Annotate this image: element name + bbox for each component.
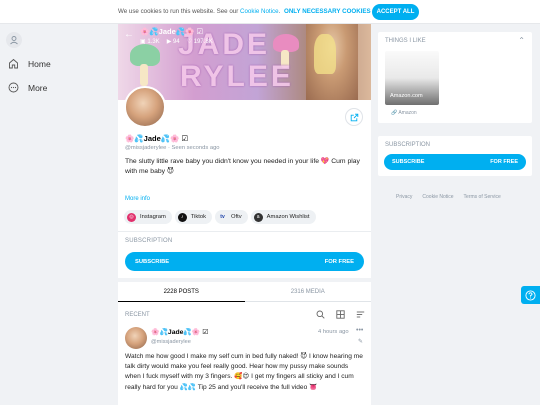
amazon-tile-source-text: Amazon: [398, 110, 417, 116]
user-avatar[interactable]: [6, 32, 22, 48]
footer-link-cookie-notice[interactable]: Cookie Notice: [422, 194, 453, 200]
sidebar-subscribe-button[interactable]: SUBSCRIBE FOR FREE: [384, 154, 526, 170]
divider: [118, 231, 371, 232]
sidebar-subscribe-price: FOR FREE: [490, 159, 518, 165]
recent-label: RECENT: [125, 311, 150, 318]
footer-link-terms[interactable]: Terms of Service: [464, 194, 501, 200]
tab-media[interactable]: 2316 MEDIA: [244, 282, 371, 302]
amazon-tile-source[interactable]: 🔗 Amazon: [391, 110, 417, 116]
amazon-tile-caption: Amazon.com: [390, 93, 423, 99]
user-icon: [10, 36, 18, 45]
chevron-up-icon[interactable]: ⌃: [518, 36, 525, 45]
share-icon: [350, 113, 358, 121]
sidebar-subscription-title: SUBSCRIPTION: [385, 142, 431, 148]
stat-likes: ♡ 197.8K: [186, 39, 213, 45]
nav-item-home[interactable]: Home: [8, 58, 51, 69]
subscribe-button-label: SUBSCRIBE: [135, 258, 170, 265]
cover-art-shape: [130, 44, 160, 66]
cover-photo-hair: [314, 34, 336, 74]
nav-item-home-label: Home: [28, 58, 51, 69]
stat-videos: ▶ 94: [166, 39, 180, 45]
stat-photos-value: 1.3K: [147, 39, 160, 45]
feed-tools: [316, 310, 365, 319]
instagram-icon: ◎: [127, 212, 136, 222]
amazon-icon: a: [253, 212, 263, 222]
footer-links: Privacy Cookie Notice Terms of Service: [396, 194, 501, 200]
profile-name: 🌸💦Jade💦🌸 ☑: [125, 134, 189, 143]
sort-icon[interactable]: [356, 310, 365, 319]
accept-all-cookies-button[interactable]: ACCEPT ALL: [372, 4, 419, 20]
cover-art-text: RYLEE: [180, 60, 294, 93]
post-text: Watch me how good I make my self cum in …: [125, 353, 363, 391]
sidebar-subscription-card: SUBSCRIPTION SUBSCRIBE FOR FREE: [378, 136, 532, 176]
nav-item-more-label: More: [28, 82, 48, 93]
nav-item-more[interactable]: More: [8, 82, 47, 93]
cookie-message-text: We use cookies to run this website. See …: [118, 8, 239, 15]
post-author-name[interactable]: 🌸💦Jade💦🌸 ☑: [151, 328, 208, 336]
profile-avatar[interactable]: [124, 86, 166, 128]
share-button[interactable]: [345, 108, 363, 126]
link-oftv-label: Oftv: [231, 214, 242, 220]
things-i-like-card: THINGS I LIKE ⌃ Amazon.com 🔗 Amazon: [378, 32, 532, 123]
cookie-message: We use cookies to run this website. See …: [118, 8, 280, 15]
stat-likes-value: 197.8K: [193, 39, 213, 45]
cookie-banner: We use cookies to run this website. See …: [0, 0, 540, 24]
recent-header: RECENT: [125, 310, 365, 319]
link-tiktok[interactable]: ♪ Tiktok: [174, 210, 213, 224]
profile-tabs: 2228 POSTS 2316 MEDIA: [118, 282, 371, 302]
things-i-like-title: THINGS I LIKE: [385, 38, 426, 44]
profile-handle-row: @missjaderylee · Seen seconds ago: [125, 145, 220, 151]
post-menu-button[interactable]: •••: [356, 327, 363, 334]
help-button[interactable]: [521, 286, 540, 304]
left-navigation: Home More: [0, 24, 100, 405]
cookie-message-suffix: .: [278, 8, 281, 15]
link-oftv[interactable]: tv Oftv: [215, 210, 248, 224]
home-icon: [9, 58, 18, 69]
more-icon: [8, 82, 19, 93]
link-amazon-wishlist-label: Amazon Wishlist: [266, 214, 310, 220]
amazon-tile[interactable]: Amazon.com: [385, 51, 439, 105]
cover-stats: ▣ 1.3K ▶ 94 ♡ 197.8K: [140, 38, 213, 45]
post-author-handle[interactable]: @missjaderylee: [151, 339, 191, 345]
more-info-link[interactable]: More info: [125, 196, 150, 202]
stat-videos-value: 94: [172, 39, 180, 45]
last-seen: · Seen seconds ago: [167, 145, 220, 151]
only-necessary-cookies-button[interactable]: ONLY NECESSARY COOKIES: [284, 8, 371, 15]
help-icon: [525, 289, 536, 301]
subscription-title: SUBSCRIPTION: [125, 238, 173, 244]
search-icon[interactable]: [316, 310, 325, 319]
subscribe-button[interactable]: SUBSCRIBE FOR FREE: [125, 252, 364, 271]
tab-posts[interactable]: 2228 POSTS: [118, 282, 245, 302]
post-author-avatar[interactable]: [125, 327, 147, 349]
subscribe-price: FOR FREE: [324, 258, 354, 265]
stat-photos: ▣ 1.3K: [140, 39, 160, 45]
link-amazon-wishlist[interactable]: a Amazon Wishlist: [250, 210, 316, 224]
cookie-notice-link[interactable]: Cookie Notice: [240, 8, 279, 15]
profile-bio: The slutty little rave baby you didn't k…: [125, 158, 360, 175]
profile-handle: @missjaderylee: [125, 145, 167, 151]
footer-link-privacy[interactable]: Privacy: [396, 194, 412, 200]
link-tiktok-label: Tiktok: [190, 214, 207, 220]
profile-main-column: JADE RYLEE ← 🌸💦Jade💦🌸 ☑ ▣ 1.3K ▶ 94 ♡ 19…: [118, 24, 371, 405]
link-instagram[interactable]: ◎ Instagram: [124, 210, 172, 224]
tiktok-icon: ♪: [177, 212, 187, 222]
pin-icon: ✎: [358, 339, 364, 345]
cover-name: 🌸💦Jade💦🌸 ☑: [140, 27, 204, 36]
grid-view-icon[interactable]: [336, 310, 345, 319]
social-links: ◎ Instagram ♪ Tiktok tv Oftv a Amazon Wi…: [124, 210, 316, 224]
link-instagram-label: Instagram: [140, 214, 166, 220]
oftv-icon: tv: [218, 212, 228, 222]
sidebar-subscribe-label: SUBSCRIBE: [392, 159, 425, 165]
post-timestamp: 4 hours ago: [318, 329, 349, 335]
last-seen-text: Seen seconds ago: [171, 145, 220, 151]
cover-art-shape: [140, 64, 148, 86]
back-arrow-icon[interactable]: ←: [124, 29, 134, 40]
